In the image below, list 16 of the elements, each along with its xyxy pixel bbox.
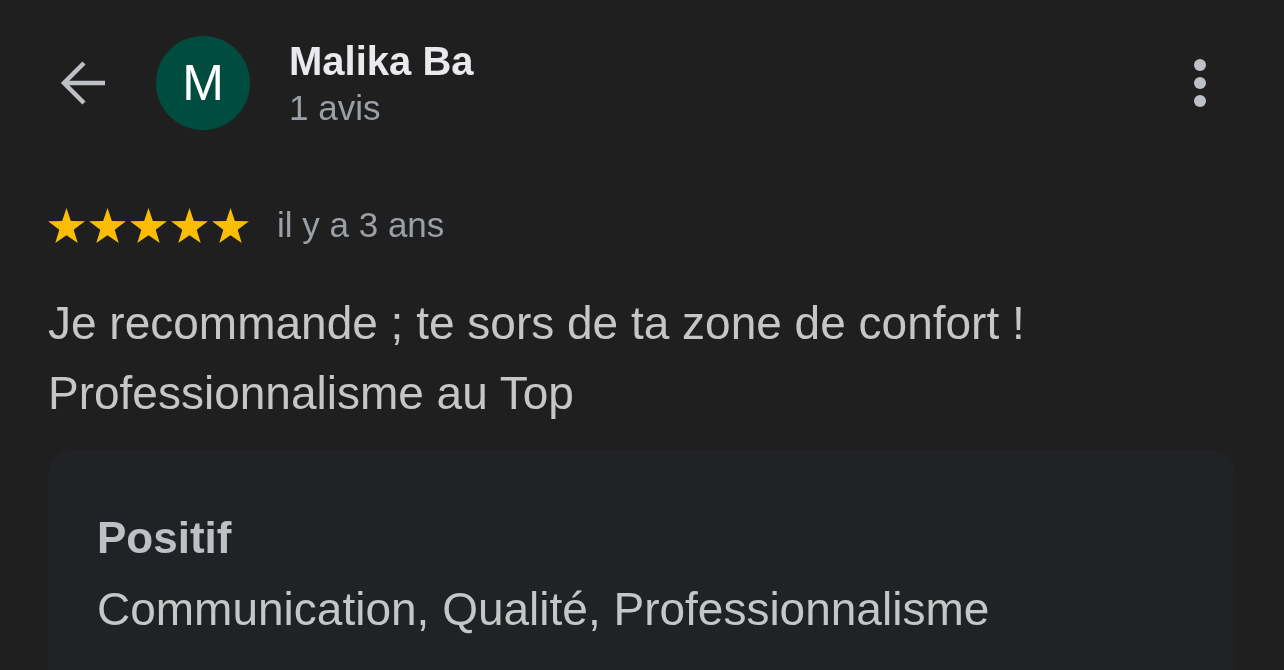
star-icon (48, 207, 85, 243)
back-button[interactable] (59, 59, 107, 107)
avatar: M (156, 36, 250, 130)
review-time: il y a 3 ans (277, 204, 445, 246)
star-icon (130, 207, 167, 243)
back-arrow-icon (59, 59, 107, 107)
star-icon (89, 207, 126, 243)
review-count: 1 avis (289, 87, 382, 129)
star-icon (212, 207, 249, 243)
reviewer-name: Malika Ba (289, 38, 474, 85)
review-text: Je recommande ; te sors de ta zone de confort ! Professionnalisme au Top (48, 296, 1026, 421)
highlights-title: Positif (97, 512, 233, 564)
highlights-text: Communication, Qualité, Professionnalisme (97, 582, 991, 637)
more-options-icon (1194, 59, 1206, 107)
more-options-button[interactable] (1194, 59, 1206, 107)
star-icon (171, 207, 208, 243)
